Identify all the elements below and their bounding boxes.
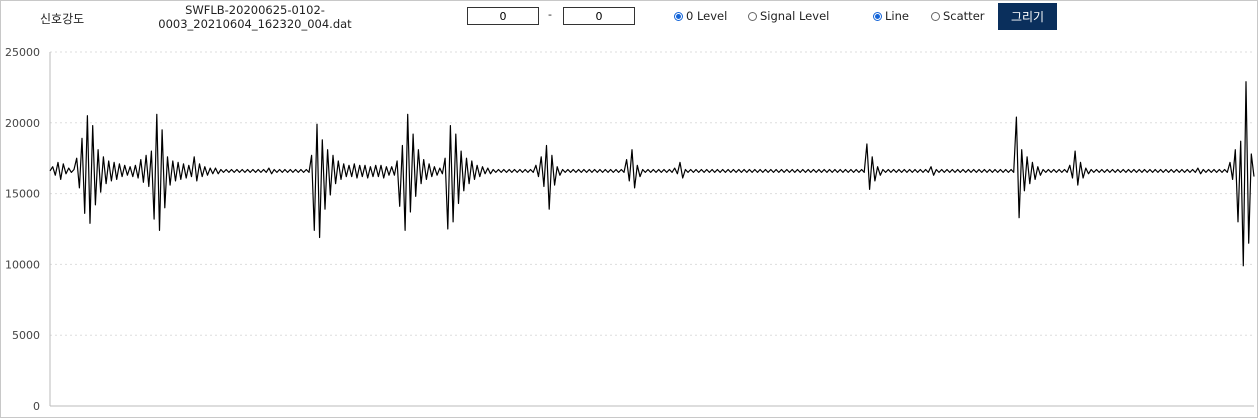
range-separator: - [548,8,552,21]
draw-button[interactable]: 그리기 [998,3,1057,30]
radio-checked-icon[interactable] [674,11,683,21]
level-signal-option[interactable]: Signal Level [748,9,829,23]
signal-series-line [49,81,1255,267]
radio-unchecked-icon[interactable] [748,11,757,21]
signal-chart: 0 5000 10000 15000 20000 25000 [5,46,1255,413]
plot-line-label: Line [885,9,909,23]
range-end-input[interactable] [563,7,635,25]
file-name-line-2: 0003_20210604_162320_004.dat [158,17,352,31]
y-tick-label: 10000 [5,258,40,271]
y-tick-label: 20000 [5,117,40,130]
y-tick-label: 15000 [5,188,40,201]
range-start-input[interactable] [467,7,539,25]
y-tick-label: 5000 [12,329,40,342]
plot-scatter-option[interactable]: Scatter [931,9,985,23]
page-title: 신호강도 [40,12,85,26]
y-tick-label: 0 [33,400,40,413]
radio-checked-icon[interactable] [873,11,882,21]
level-zero-option[interactable]: 0 Level [674,9,727,23]
plot-scatter-label: Scatter [943,9,985,23]
file-name-line-1: SWFLB-20200625-0102- [185,3,325,17]
plot-line-option[interactable]: Line [873,9,909,23]
level-signal-label: Signal Level [760,9,830,23]
radio-unchecked-icon[interactable] [931,11,940,21]
file-name: SWFLB-20200625-0102- 0003_20210604_16232… [140,3,370,31]
level-zero-label: 0 Level [686,9,728,23]
y-tick-label: 25000 [5,46,40,59]
